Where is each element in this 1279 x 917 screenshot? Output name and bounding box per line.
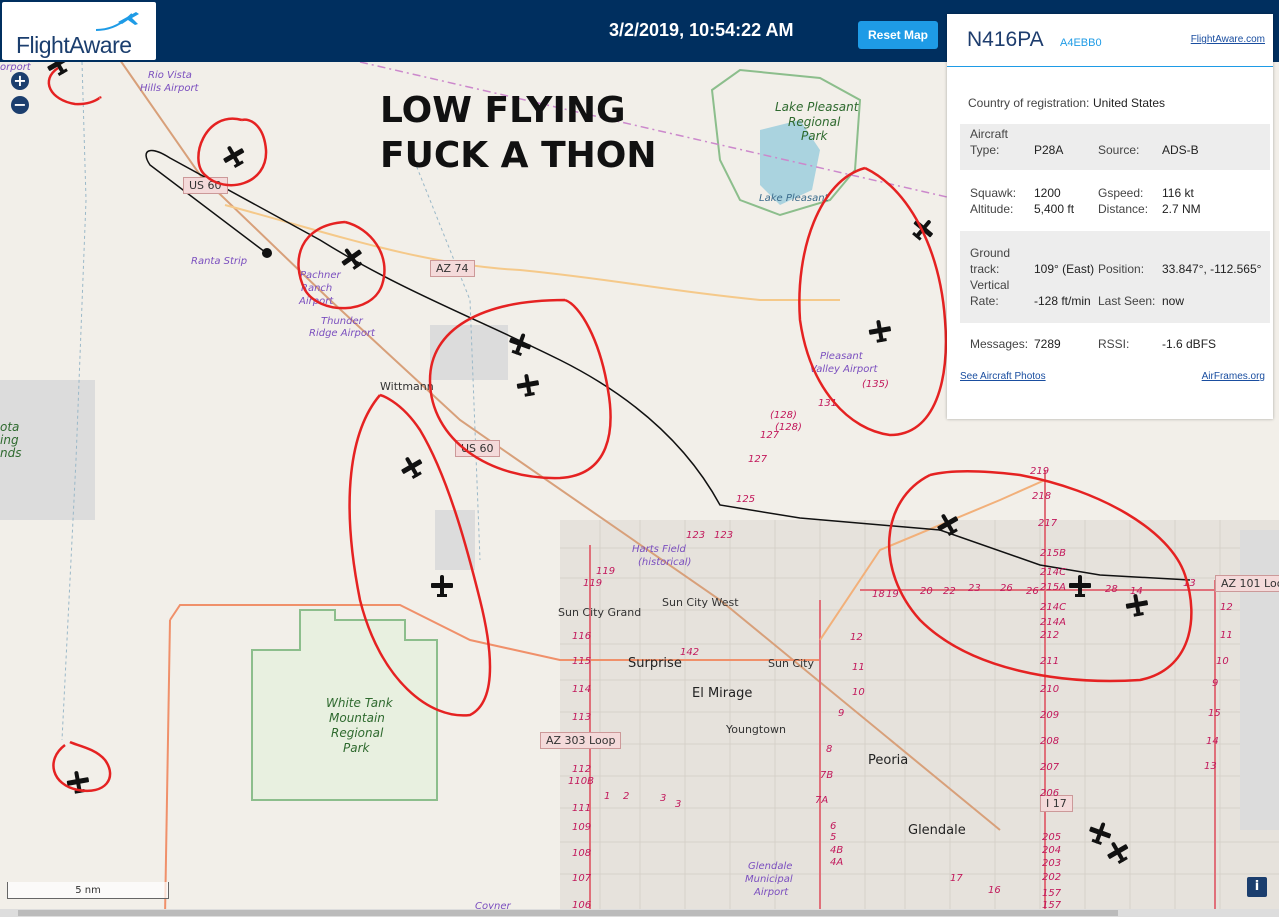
zoom-in-button[interactable]: + (11, 72, 29, 90)
scale-bar: 5 nm (7, 882, 169, 899)
aircraft-info-panel: N416PA A4EBB0 FlightAware.com Country of… (947, 14, 1273, 419)
messages-label: Messages: (970, 337, 1029, 351)
gspeed-label: Gspeed: (1098, 186, 1144, 200)
annotation-circle (47, 66, 102, 106)
source-label: Source: (1098, 143, 1140, 157)
registration: N416PA (967, 28, 1044, 51)
position-label: Position: (1098, 262, 1145, 276)
gspeed-value: 116 kt (1162, 186, 1194, 200)
squawk-value: 1200 (1034, 186, 1061, 200)
annotation-circle (52, 740, 112, 793)
lastseen-label: Last Seen: (1098, 294, 1156, 308)
scrollbar-thumb[interactable] (18, 910, 1118, 916)
rssi-label: RSSI: (1098, 337, 1130, 351)
rate-label: Rate: (970, 294, 999, 308)
timestamp: 3/2/2019, 10:54:22 AM (609, 20, 794, 40)
aircraft-row: Aircraft Type: P28A Source: ADS-B (960, 124, 1270, 170)
annotation-circle (888, 470, 1193, 683)
altitude-label: Altitude: (970, 202, 1014, 216)
logo-text: FlightAware (16, 32, 132, 58)
annotation-circle (297, 220, 386, 310)
airframes-link[interactable]: AirFrames.org (1202, 371, 1265, 382)
country-value: United States (1093, 96, 1166, 110)
aircraft-photos-link[interactable]: See Aircraft Photos (960, 371, 1046, 382)
track-value: 109° (East) (1034, 262, 1095, 276)
position-value: 33.847°, -112.565° (1162, 262, 1262, 276)
info-button[interactable]: i (1247, 877, 1267, 897)
reset-map-button[interactable]: Reset Map (858, 21, 938, 49)
aircraft-label: Aircraft (970, 127, 1009, 141)
plane-logo-icon (95, 12, 139, 31)
track-row: Ground track: 109° (East) Position: 33.8… (960, 231, 1270, 323)
overlay-line-1: LOW FLYING (380, 90, 626, 131)
flightaware-link[interactable]: FlightAware.com (1191, 34, 1265, 45)
annotation-circle (798, 166, 948, 437)
rate-value: -128 ft/min (1034, 294, 1091, 308)
messages-value: 7289 (1034, 337, 1061, 351)
type-value: P28A (1034, 143, 1064, 157)
vertical-label: Vertical (970, 278, 1010, 292)
annotation-circle (428, 298, 612, 480)
rssi-value: -1.6 dBFS (1162, 337, 1217, 351)
annotation-circle (197, 117, 268, 187)
track-label: track: (970, 262, 1000, 276)
overlay-caption: LOW FLYING FUCK A THON (380, 88, 657, 178)
flightaware-logo[interactable]: FlightAware (2, 2, 156, 60)
lastseen-value: now (1162, 294, 1185, 308)
source-value: ADS-B (1162, 143, 1199, 157)
overlay-line-2: FUCK A THON (380, 135, 657, 176)
distance-value: 2.7 NM (1162, 202, 1201, 216)
distance-label: Distance: (1098, 202, 1149, 216)
altitude-value: 5,400 ft (1034, 202, 1075, 216)
panel-header: N416PA A4EBB0 FlightAware.com (947, 14, 1273, 67)
country-label: Country of registration: (968, 96, 1090, 110)
ground-label: Ground (970, 246, 1011, 260)
type-label: Type: (970, 143, 1000, 157)
squawk-label: Squawk: (970, 186, 1017, 200)
annotation-circle (348, 393, 492, 717)
hex-code-link[interactable]: A4EBB0 (1060, 37, 1102, 49)
zoom-out-button[interactable]: − (11, 96, 29, 114)
